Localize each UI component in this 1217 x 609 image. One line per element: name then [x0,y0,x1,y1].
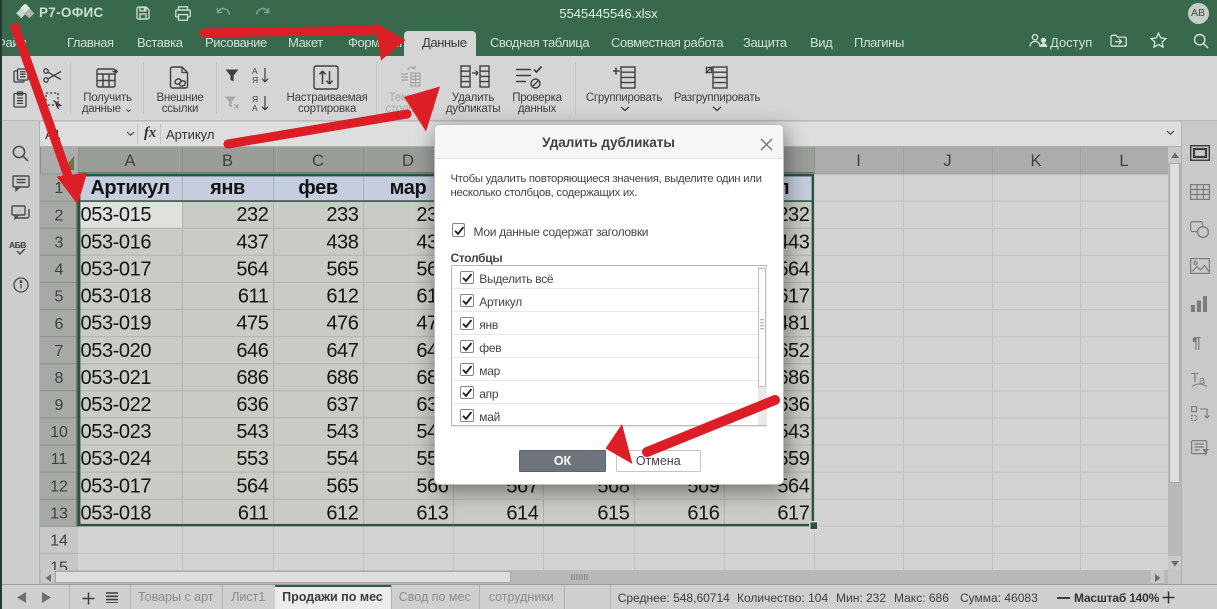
svg-text:053-024: 053-024 [81,448,152,470]
svg-text:232: 232 [236,204,268,226]
svg-text:J: J [943,152,951,170]
svg-text:7: 7 [55,343,64,360]
svg-text:B: B [222,152,233,170]
svg-text:янв: янв [209,177,245,199]
svg-text:646: 646 [236,340,268,362]
svg-text:564: 564 [236,475,268,497]
svg-text:6: 6 [55,316,64,333]
svg-text:617: 617 [777,502,809,524]
svg-text:636: 636 [236,394,268,416]
svg-text:A: A [124,152,135,170]
svg-text:9: 9 [55,397,64,414]
svg-text:437: 437 [236,231,268,253]
svg-text:053-016: 053-016 [81,231,152,253]
svg-text:565: 565 [326,475,358,497]
svg-text:233: 233 [326,204,358,226]
svg-text:053-017: 053-017 [81,475,152,497]
svg-text:053-021: 053-021 [81,367,152,389]
svg-text:612: 612 [326,502,358,524]
svg-text:C: C [312,152,324,170]
svg-text:¶: ¶ [1192,335,1201,352]
svg-text:612: 612 [326,286,358,308]
svg-text:8: 8 [55,370,64,387]
svg-text:3: 3 [55,235,64,252]
svg-text:4: 4 [55,262,64,279]
svg-text:647: 647 [326,340,358,362]
svg-text:053-022: 053-022 [81,394,152,416]
svg-text:1: 1 [55,180,64,197]
svg-text:K: K [1030,152,1041,170]
svg-text:053-018: 053-018 [81,502,152,524]
svg-text:053-023: 053-023 [81,421,152,443]
svg-text:D: D [402,152,414,170]
svg-text:15: 15 [50,560,68,570]
svg-text:мар: мар [390,177,427,199]
svg-text:10: 10 [50,424,68,441]
svg-text:А: А [252,103,258,112]
svg-text:613: 613 [416,502,448,524]
svg-text:11: 11 [51,451,68,468]
svg-text:616: 616 [687,502,719,524]
svg-text:фев: фев [298,177,338,199]
svg-text:053-015: 053-015 [81,204,152,226]
svg-text:611: 611 [238,502,269,524]
svg-text:053-018: 053-018 [81,286,152,308]
svg-text:475: 475 [236,313,268,335]
svg-text:053-020: 053-020 [81,340,152,362]
svg-text:614: 614 [506,502,538,524]
svg-text:543: 543 [236,421,268,443]
svg-text:686: 686 [236,367,268,389]
svg-text:637: 637 [326,394,358,416]
svg-text:Артикул: Артикул [90,177,169,199]
svg-text:476: 476 [326,313,358,335]
svg-text:5: 5 [55,289,64,306]
svg-text:053-017: 053-017 [81,259,152,281]
svg-text:543: 543 [326,421,358,443]
svg-text:553: 553 [236,448,268,470]
svg-text:12: 12 [50,478,68,495]
svg-text:2: 2 [55,207,64,224]
svg-text:I: I [856,152,861,170]
svg-text:615: 615 [597,502,629,524]
svg-text:611: 611 [238,286,269,308]
svg-text:053-019: 053-019 [81,313,152,335]
svg-text:T: T [1191,370,1199,385]
svg-text:13: 13 [50,506,68,523]
svg-text:564: 564 [236,259,268,281]
svg-text:565: 565 [326,259,358,281]
svg-text:14: 14 [50,533,68,550]
svg-text:554: 554 [326,448,358,470]
svg-text:Я: Я [252,75,258,84]
svg-text:L: L [1119,152,1128,170]
svg-text:438: 438 [326,231,358,253]
svg-text:686: 686 [326,367,358,389]
